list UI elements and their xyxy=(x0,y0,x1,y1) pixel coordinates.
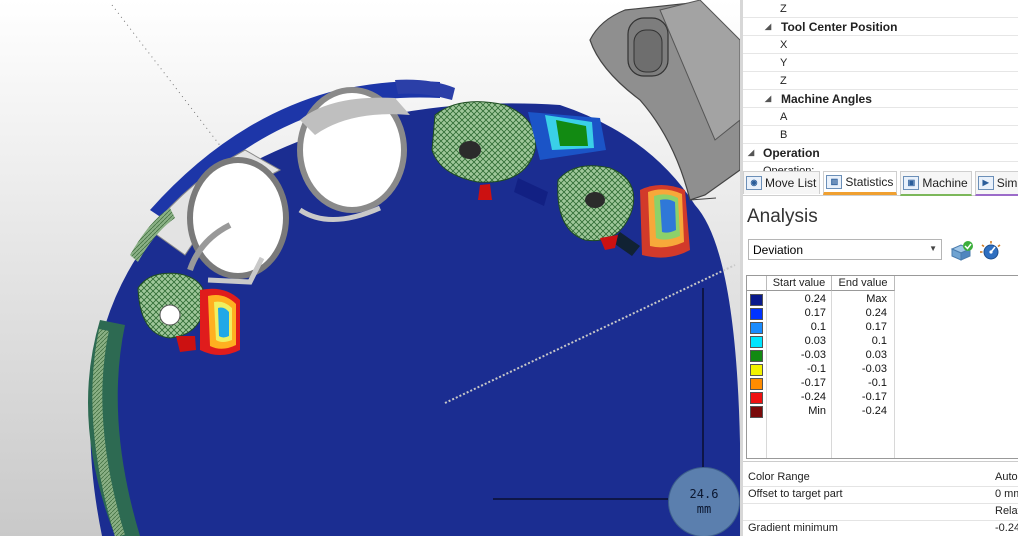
tab-move-list[interactable]: ◉ Move List xyxy=(743,171,821,194)
measurement-value: 24.6 xyxy=(689,487,719,501)
tab-simulation[interactable]: ▶ Simul xyxy=(974,171,1018,196)
range-row[interactable]: -0.24 -0.17 xyxy=(747,391,1018,405)
property-row-z2[interactable]: Z xyxy=(743,72,1018,90)
apply-analysis-icon[interactable] xyxy=(949,240,975,262)
color-swatch[interactable] xyxy=(750,308,763,320)
machine-icon: ▣ xyxy=(903,176,920,190)
setting-row-offset[interactable]: Offset to target part 0 mm xyxy=(743,486,1018,504)
color-swatch[interactable] xyxy=(750,294,763,306)
category-machine-angles[interactable]: ◢ Machine Angles xyxy=(743,90,1018,108)
collapse-caret-icon[interactable]: ◢ xyxy=(765,94,771,103)
end-value-header: End value xyxy=(832,276,895,291)
start-value-header: Start value xyxy=(767,276,832,291)
3d-viewport[interactable]: 24.6 mm xyxy=(0,0,740,536)
move-list-icon: ◉ xyxy=(746,176,762,190)
section-operation[interactable]: ◢ Operation xyxy=(743,144,1018,162)
range-row[interactable]: 0.17 0.24 xyxy=(747,307,1018,321)
color-swatch[interactable] xyxy=(750,322,763,334)
setting-row-relative[interactable]: Relat xyxy=(743,503,1018,521)
range-row[interactable]: 0.1 0.17 xyxy=(747,321,1018,335)
color-swatch[interactable] xyxy=(750,392,763,404)
collapse-caret-icon[interactable]: ◢ xyxy=(765,22,771,31)
range-row[interactable]: -0.1 -0.03 xyxy=(747,363,1018,377)
analysis-mode-value: Deviation xyxy=(753,242,804,257)
range-row[interactable]: -0.17 -0.1 xyxy=(747,377,1018,391)
property-row-b[interactable]: B xyxy=(743,126,1018,144)
setting-row-color-range[interactable]: Color Range Auto xyxy=(743,469,1018,487)
color-swatch[interactable] xyxy=(750,406,763,418)
measurement-unit: mm xyxy=(696,502,712,516)
statistics-icon: ▥ xyxy=(826,175,843,189)
simulation-scene xyxy=(0,0,740,536)
range-row[interactable]: 0.24 Max xyxy=(747,293,1018,307)
setting-row-gradient-minimum[interactable]: Gradient minimum -0.24 xyxy=(743,520,1018,536)
property-row-x[interactable]: X xyxy=(743,36,1018,54)
color-swatch[interactable] xyxy=(750,336,763,348)
analysis-settings-grid: Color Range Auto Offset to target part 0… xyxy=(743,461,1018,536)
category-tool-center-position[interactable]: ◢ Tool Center Position xyxy=(743,18,1018,36)
tab-statistics[interactable]: ▥ Statistics xyxy=(823,171,898,195)
property-row-a[interactable]: A xyxy=(743,108,1018,126)
color-swatch[interactable] xyxy=(750,364,763,376)
color-column-header xyxy=(747,276,767,291)
chevron-down-icon: ▼ xyxy=(929,244,937,253)
analysis-mode-select[interactable]: Deviation ▼ xyxy=(748,239,942,260)
right-panel: Z ◢ Tool Center Position X Y Z ◢ Machine… xyxy=(743,0,1018,536)
collapse-caret-icon[interactable]: ◢ xyxy=(748,148,754,157)
deviation-range-table: Start value End value 0.24 Max 0.17 0.24… xyxy=(746,275,1018,459)
tab-machine[interactable]: ▣ Machine xyxy=(900,171,972,196)
range-row[interactable]: -0.03 0.03 xyxy=(747,349,1018,363)
range-row[interactable]: Min -0.24 xyxy=(747,405,1018,419)
simulation-icon: ▶ xyxy=(977,176,994,190)
measurement-badge: 24.6 mm xyxy=(668,467,740,536)
color-swatch[interactable] xyxy=(750,350,763,362)
property-row-z[interactable]: Z xyxy=(743,0,1018,18)
property-row-y[interactable]: Y xyxy=(743,54,1018,72)
range-row[interactable]: 0.03 0.1 xyxy=(747,335,1018,349)
analysis-title: Analysis xyxy=(747,206,818,227)
analysis-settings-icon[interactable] xyxy=(979,240,1003,262)
panel-tab-bar: ◉ Move List ▥ Statistics ▣ Machine ▶ Sim… xyxy=(743,171,1018,196)
property-grid: Z ◢ Tool Center Position X Y Z ◢ Machine… xyxy=(743,0,1018,180)
color-swatch[interactable] xyxy=(750,378,763,390)
